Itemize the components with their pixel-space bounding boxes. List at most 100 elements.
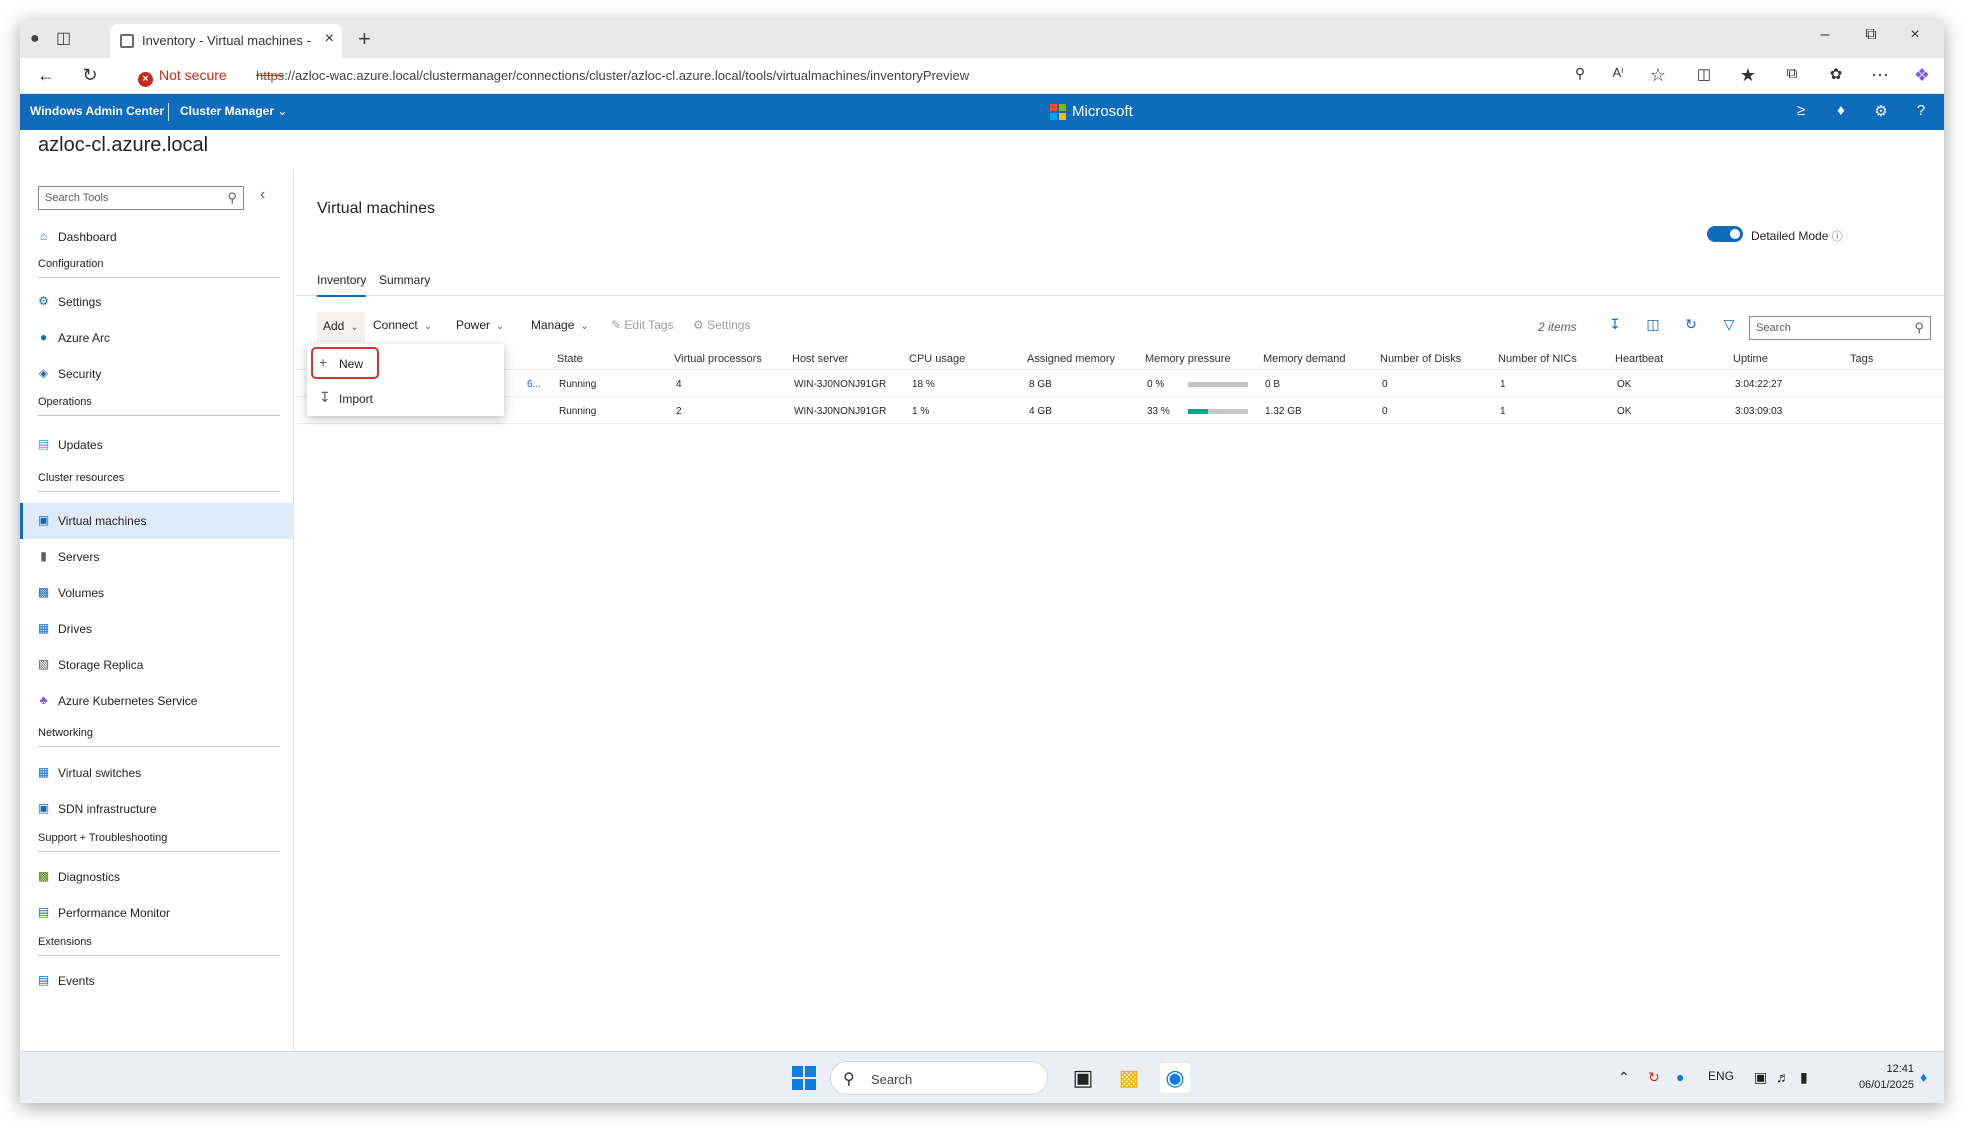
help-icon[interactable]: ? xyxy=(1910,102,1932,119)
sidebar-item-sdn[interactable]: ▣ SDN infrastructure xyxy=(20,791,294,827)
back-icon[interactable]: ← xyxy=(34,65,58,86)
profile-icon[interactable]: ● xyxy=(30,29,40,49)
column-virtual-processors[interactable]: Virtual processors xyxy=(674,353,762,365)
powershell-icon[interactable]: ≥ xyxy=(1790,102,1812,119)
updates-icon: ▤ xyxy=(37,437,50,451)
search-tools-placeholder: Search Tools xyxy=(45,192,109,204)
sync-icon[interactable]: ↻ xyxy=(1648,1069,1660,1086)
columns-icon[interactable]: ◫ xyxy=(1643,316,1663,333)
close-window-icon[interactable]: × xyxy=(1900,26,1930,44)
tab-summary[interactable]: Summary xyxy=(379,273,430,295)
table-row[interactable]: Running 2 WIN-3J0NONJ91GR 1 % 4 GB 33 % … xyxy=(295,397,1944,424)
battery-icon[interactable]: ▮ xyxy=(1800,1069,1808,1086)
sidebar-item-servers[interactable]: ▮ Servers xyxy=(20,539,294,575)
url-field[interactable]: https://azloc-wac.azure.local/clusterman… xyxy=(256,68,969,83)
settings-button[interactable]: ⚙ Settings xyxy=(693,318,750,332)
tray-app-icon[interactable]: ● xyxy=(1676,1069,1684,1085)
solution-switcher[interactable]: Cluster Manager ⌄ xyxy=(180,104,287,118)
manage-button[interactable]: Manage ⌄ xyxy=(531,318,589,332)
sidebar-section-extensions: Extensions xyxy=(38,928,280,956)
cell-state: Running xyxy=(559,406,597,417)
refresh-icon[interactable]: ↻ xyxy=(78,65,102,86)
vm-name-link[interactable]: 6... xyxy=(527,379,541,390)
column-heartbeat[interactable]: Heartbeat xyxy=(1615,353,1663,365)
zoom-icon[interactable]: ⚲ xyxy=(1568,65,1592,82)
search-tools-input[interactable]: Search Tools ⚲ xyxy=(38,186,244,210)
sidebar-item-label: Drives xyxy=(58,622,93,636)
sidebar-item-settings[interactable]: ⚙ Settings xyxy=(20,284,294,320)
language-indicator[interactable]: ENG xyxy=(1708,1069,1734,1083)
column-memory-pressure[interactable]: Memory pressure xyxy=(1145,353,1231,365)
sidebar-item-virtual-machines[interactable]: ▣ Virtual machines xyxy=(20,503,294,539)
network-icon[interactable]: ▣ xyxy=(1754,1069,1767,1086)
sidebar-item-events[interactable]: ▤ Events xyxy=(20,963,294,999)
sidebar-item-updates[interactable]: ▤ Updates xyxy=(20,427,294,463)
favorite-star-icon[interactable]: ☆ xyxy=(1646,65,1670,86)
extension-icon[interactable]: ✿ xyxy=(1824,65,1848,83)
column-host-server[interactable]: Host server xyxy=(792,353,848,365)
settings-gear-icon[interactable]: ⚙ xyxy=(1870,102,1892,120)
taskbar-search[interactable]: ⚲ Search xyxy=(830,1061,1048,1095)
new-tab-icon[interactable]: + xyxy=(358,26,371,52)
sidebar-item-performance-monitor[interactable]: ▤ Performance Monitor xyxy=(20,895,294,931)
sidebar-item-azure-arc[interactable]: ● Azure Arc xyxy=(20,320,294,356)
chevron-up-icon[interactable]: ⌃ xyxy=(1618,1069,1630,1086)
menu-item-import[interactable]: ↧ Import xyxy=(307,381,504,415)
restore-icon[interactable]: ⧉ xyxy=(1856,26,1886,44)
sdn-icon: ▣ xyxy=(37,801,50,815)
sidebar-item-aks[interactable]: ♣ Azure Kubernetes Service xyxy=(20,683,294,719)
copilot-icon[interactable]: ❖ xyxy=(1910,65,1934,86)
sidebar-item-security[interactable]: ◈ Security xyxy=(20,356,294,392)
storage-replica-icon: ▧ xyxy=(37,657,50,671)
more-icon[interactable]: ⋯ xyxy=(1868,65,1892,86)
tab-inventory[interactable]: Inventory xyxy=(317,273,367,297)
add-button[interactable]: Add ⌄ xyxy=(317,312,365,342)
favorites-icon[interactable]: ★ xyxy=(1736,65,1760,86)
minimize-icon[interactable]: – xyxy=(1810,26,1840,44)
sidebar-item-virtual-switches[interactable]: ▦ Virtual switches xyxy=(20,755,294,791)
connect-button[interactable]: Connect ⌄ xyxy=(373,318,432,332)
tab-actions-icon[interactable]: ◫ xyxy=(56,29,71,49)
edge-browser-icon[interactable]: ◉ xyxy=(1160,1063,1190,1093)
address-bar: ← ↻ × Not secure https://azloc-wac.azure.… xyxy=(20,58,1944,94)
product-name[interactable]: Windows Admin Center xyxy=(30,104,164,118)
filter-icon[interactable]: ▽ xyxy=(1719,316,1739,333)
column-tags[interactable]: Tags xyxy=(1850,353,1873,365)
chevron-down-icon: ⌄ xyxy=(277,104,288,118)
notification-bell-icon[interactable]: ♦ xyxy=(1920,1069,1927,1085)
collections-icon[interactable]: ⧉ xyxy=(1780,65,1804,82)
column-number-of-disks[interactable]: Number of Disks xyxy=(1380,353,1461,365)
collapse-sidebar-icon[interactable]: ‹ xyxy=(260,186,265,204)
column-assigned-memory[interactable]: Assigned memory xyxy=(1027,353,1115,365)
refresh-icon[interactable]: ↻ xyxy=(1681,316,1701,333)
table-row[interactable]: 6... Running 4 WIN-3J0NONJ91GR 18 % 8 GB… xyxy=(295,370,1944,397)
toggle-switch[interactable] xyxy=(1707,226,1743,242)
windows-start-icon[interactable] xyxy=(792,1066,816,1090)
column-uptime[interactable]: Uptime xyxy=(1733,353,1768,365)
server-icon: ▮ xyxy=(40,549,47,563)
sidebar-item-drives[interactable]: ▦ Drives xyxy=(20,611,294,647)
read-aloud-icon[interactable]: Aⁱ xyxy=(1606,65,1630,81)
kubernetes-icon: ♣ xyxy=(39,693,48,707)
column-cpu-usage[interactable]: CPU usage xyxy=(909,353,965,365)
sidebar-item-volumes[interactable]: ▩ Volumes xyxy=(20,575,294,611)
download-icon[interactable]: ↧ xyxy=(1605,316,1625,333)
edit-tags-button[interactable]: ✎ Edit Tags xyxy=(611,318,674,332)
column-state[interactable]: State xyxy=(557,353,583,365)
browser-tab[interactable]: Inventory - Virtual machines - Cluster M… xyxy=(110,24,342,58)
main-content: Virtual machines Detailed Mode ⓘ Invento… xyxy=(295,170,1944,1070)
security-indicator[interactable]: × Not secure xyxy=(138,67,227,87)
file-explorer-icon[interactable]: ▩ xyxy=(1114,1063,1144,1093)
sidebar-item-storage-replica[interactable]: ▧ Storage Replica xyxy=(20,647,294,683)
grid-search-input[interactable]: Search ⚲ xyxy=(1749,316,1931,340)
column-number-of-nics[interactable]: Number of NICs xyxy=(1498,353,1577,365)
task-view-icon[interactable]: ▣ xyxy=(1068,1063,1098,1093)
column-memory-demand[interactable]: Memory demand xyxy=(1263,353,1346,365)
close-tab-icon[interactable]: × xyxy=(325,30,334,48)
split-screen-icon[interactable]: ◫ xyxy=(1692,65,1716,83)
system-clock[interactable]: 12:41 06/01/2025 xyxy=(1842,1061,1914,1093)
volume-icon[interactable]: ♬ xyxy=(1776,1069,1790,1085)
sidebar-item-diagnostics[interactable]: ▩ Diagnostics xyxy=(20,859,294,895)
power-button[interactable]: Power ⌄ xyxy=(456,318,504,332)
notifications-bell-icon[interactable]: ♦ xyxy=(1830,102,1852,119)
